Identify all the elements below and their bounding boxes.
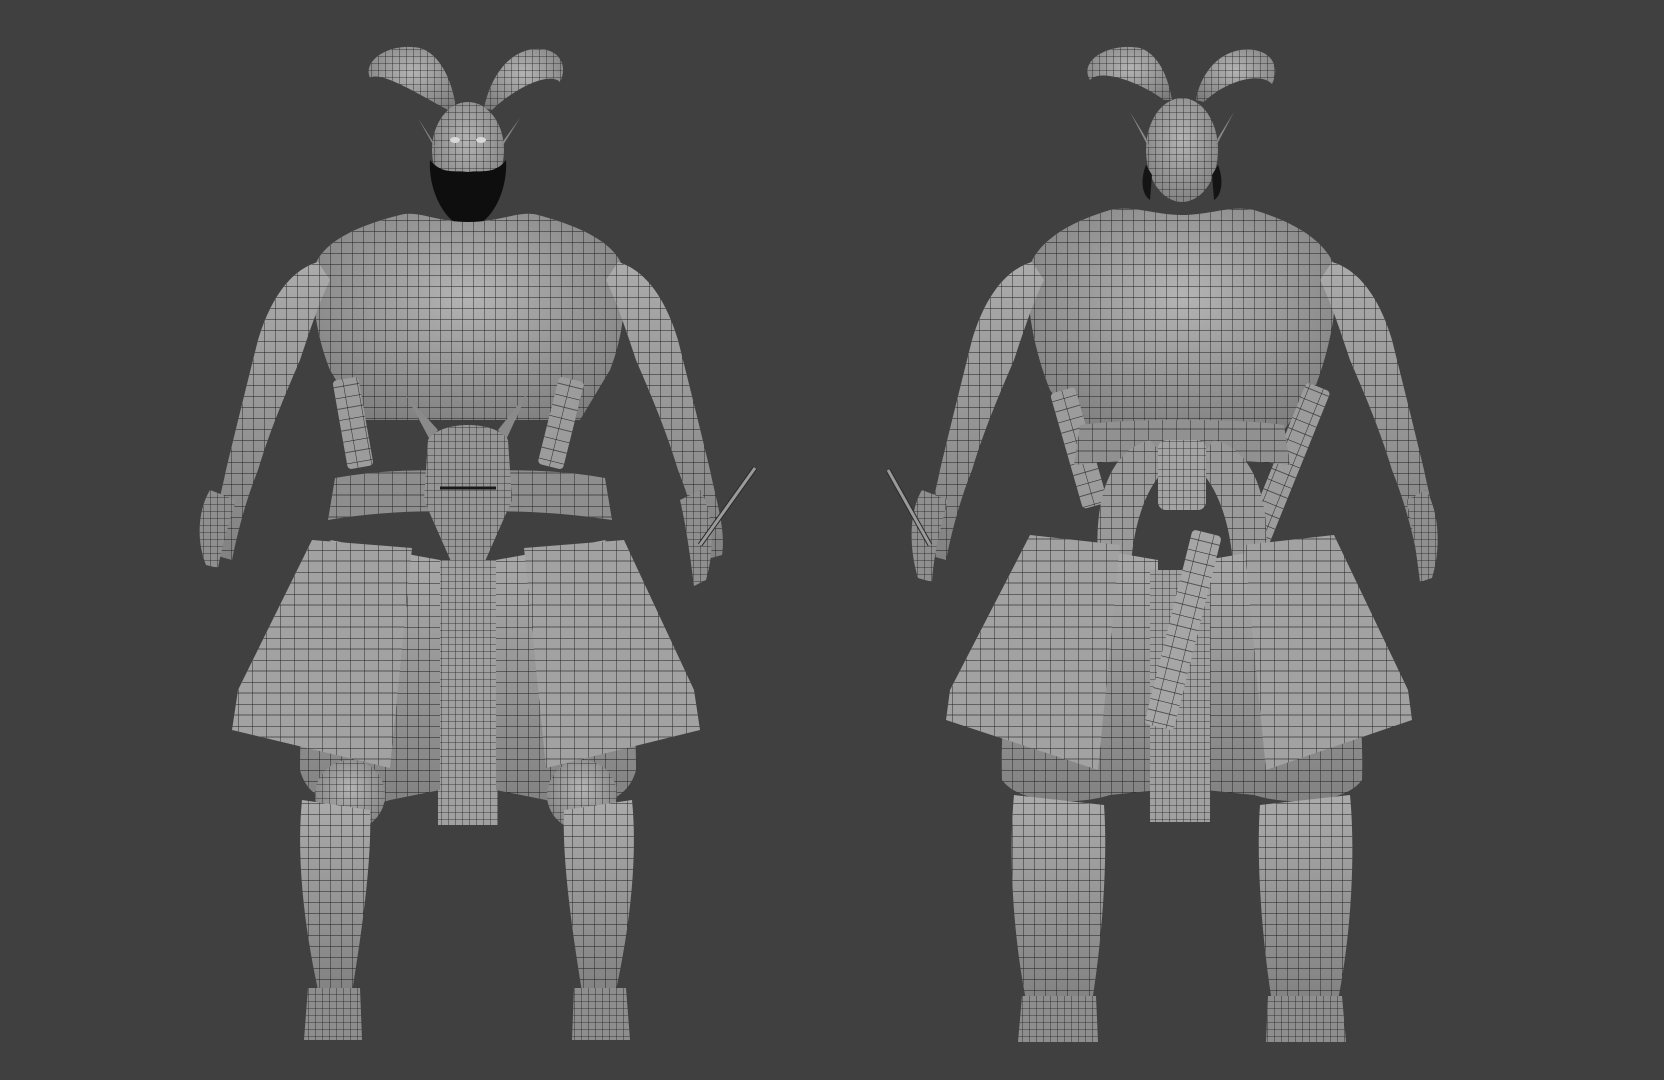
right-arm-front — [606, 262, 758, 586]
front-view-model[interactable] — [199, 46, 758, 1040]
right-arm-back — [1320, 262, 1438, 582]
legs-front — [300, 800, 634, 1040]
left-arm-front — [199, 262, 330, 568]
horns-front — [368, 46, 564, 110]
3d-viewport[interactable] — [0, 0, 1664, 1080]
legs-back — [1011, 795, 1353, 1042]
horns-back — [1087, 46, 1276, 102]
left-arm-back — [885, 262, 1044, 582]
apron-front — [438, 560, 498, 825]
back-view-model[interactable] — [885, 46, 1438, 1042]
head-front — [418, 102, 520, 228]
head-back — [1130, 98, 1234, 202]
